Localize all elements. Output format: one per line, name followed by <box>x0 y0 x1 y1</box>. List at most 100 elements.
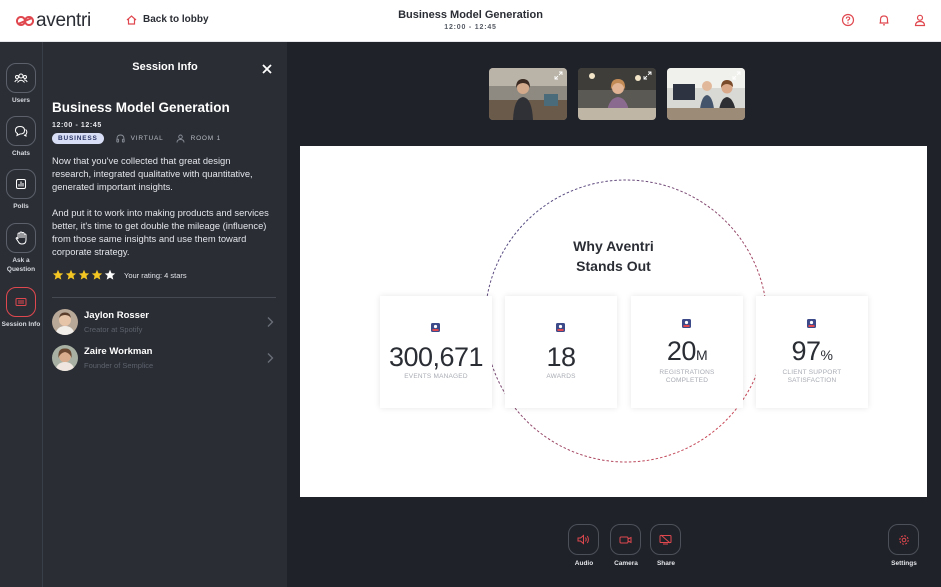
session-description: Now that you've collected that great des… <box>52 154 272 258</box>
star-icon[interactable] <box>104 269 116 281</box>
stat-card: 18 AWARDS <box>505 296 617 408</box>
divider <box>52 297 276 298</box>
slide-title-line-1: Why Aventri <box>300 236 927 256</box>
presentation-slide: Why Aventri Stands Out 300,671 EVENTS MA… <box>300 146 927 497</box>
rating-text: Your rating: 4 stars <box>124 271 187 280</box>
description-paragraph-1: Now that you've collected that great des… <box>52 154 272 193</box>
speaker-name: Zaire Workman <box>84 346 153 357</box>
back-label: Back to lobby <box>143 14 209 25</box>
aventri-logo[interactable]: aventri <box>16 10 91 32</box>
rail-label-session-info: Session Info <box>2 321 41 328</box>
stat-value: 300,671 <box>389 342 483 372</box>
stat-unit: % <box>821 347 833 363</box>
stat-value: 20 <box>667 336 696 366</box>
session-mode: VIRTUAL <box>131 135 164 142</box>
audio-button[interactable]: Audio <box>568 524 600 567</box>
user-icon[interactable] <box>913 13 927 27</box>
rail-label-ask-question: Ask a Question <box>7 257 35 273</box>
aventri-logo-icon <box>16 15 34 27</box>
chevron-right-icon <box>266 316 274 328</box>
stat-card: 20M REGISTRATIONS COMPLETED <box>631 296 743 408</box>
headphones-icon <box>116 134 125 143</box>
stat-label: CLIENT SUPPORT SATISFACTION <box>778 369 846 385</box>
rail-label-chats: Chats <box>12 150 30 157</box>
share-screen-icon <box>659 534 672 545</box>
share-button[interactable]: Share <box>650 524 682 567</box>
star-icon[interactable] <box>65 269 77 281</box>
star-rating[interactable] <box>52 269 116 281</box>
video-thumbnail[interactable] <box>489 68 567 120</box>
stat-label: EVENTS MANAGED <box>380 373 492 381</box>
rail-label-users: Users <box>12 97 30 104</box>
badge-icon <box>682 319 691 328</box>
badge-icon <box>807 319 816 328</box>
star-icon[interactable] <box>52 269 64 281</box>
left-rail: Users Chats Polls Ask a Question Session… <box>0 42 43 587</box>
session-time: 12:00 - 12:45 <box>52 122 102 129</box>
session-title: Business Model Generation <box>52 100 230 115</box>
person-icon <box>176 134 185 143</box>
speaker-item[interactable]: Zaire Workman Founder of Semplice <box>52 343 276 373</box>
camera-icon <box>619 535 632 545</box>
session-icon <box>15 297 27 307</box>
close-icon[interactable] <box>261 62 273 74</box>
rail-label-polls: Polls <box>13 203 29 210</box>
session-header-time: 12:00 - 12:45 <box>0 24 941 31</box>
avatar <box>52 345 78 371</box>
back-to-lobby-link[interactable]: Back to lobby <box>126 14 209 25</box>
stat-card: 97% CLIENT SUPPORT SATISFACTION <box>756 296 868 408</box>
share-label: Share <box>657 560 675 567</box>
session-meta: BUSINESS VIRTUAL ROOM 1 <box>52 133 221 144</box>
expand-icon[interactable] <box>732 71 741 80</box>
rail-item-ask-question[interactable]: Ask a Question <box>0 223 42 274</box>
stat-value: 18 <box>546 342 575 372</box>
rail-item-session-info[interactable]: Session Info <box>0 287 42 329</box>
category-badge: BUSINESS <box>52 133 104 144</box>
star-icon[interactable] <box>78 269 90 281</box>
video-thumbnail[interactable] <box>578 68 656 120</box>
avatar <box>52 309 78 335</box>
session-info-panel: Session Info Business Model Generation 1… <box>43 42 287 587</box>
audio-label: Audio <box>575 560 593 567</box>
stat-label: AWARDS <box>505 373 617 381</box>
slide-title-line-2: Stands Out <box>300 256 927 276</box>
poll-icon <box>15 178 27 190</box>
help-icon[interactable] <box>841 13 855 27</box>
rating-row: Your rating: 4 stars <box>52 269 187 281</box>
top-bar: aventri Back to lobby Business Model Gen… <box>0 0 941 42</box>
stat-label: REGISTRATIONS COMPLETED <box>653 369 721 385</box>
badge-icon <box>556 323 565 332</box>
stat-unit: M <box>696 347 707 363</box>
video-thumbnails <box>489 68 745 120</box>
panel-heading: Session Info <box>43 61 287 73</box>
expand-icon[interactable] <box>554 71 563 80</box>
camera-button[interactable]: Camera <box>610 524 642 567</box>
speaker-item[interactable]: Jaylon Rosser Creator at Spotify <box>52 307 276 337</box>
camera-label: Camera <box>614 560 638 567</box>
slide-title: Why Aventri Stands Out <box>300 236 927 276</box>
stat-card: 300,671 EVENTS MANAGED <box>380 296 492 408</box>
settings-label: Settings <box>891 560 917 567</box>
users-icon <box>14 72 28 84</box>
badge-icon <box>431 323 440 332</box>
home-icon <box>126 15 137 25</box>
expand-icon[interactable] <box>643 71 652 80</box>
speaker-role: Founder of Semplice <box>84 361 153 370</box>
bell-icon[interactable] <box>877 13 891 27</box>
video-thumbnail[interactable] <box>667 68 745 120</box>
stat-value: 97 <box>792 336 821 366</box>
description-paragraph-2: And put it to work into making products … <box>52 206 272 258</box>
rail-item-polls[interactable]: Polls <box>0 169 42 211</box>
chevron-right-icon <box>266 352 274 364</box>
rail-item-chats[interactable]: Chats <box>0 116 42 158</box>
hand-icon <box>15 231 27 245</box>
chat-icon <box>14 125 28 137</box>
session-room: ROOM 1 <box>191 135 221 142</box>
rail-item-users[interactable]: Users <box>0 63 42 105</box>
speaker-role: Creator at Spotify <box>84 325 149 334</box>
speaker-icon <box>577 534 590 545</box>
gear-icon <box>898 534 910 546</box>
star-icon[interactable] <box>91 269 103 281</box>
settings-button[interactable]: Settings <box>888 524 920 567</box>
brand-name: aventri <box>36 10 91 32</box>
